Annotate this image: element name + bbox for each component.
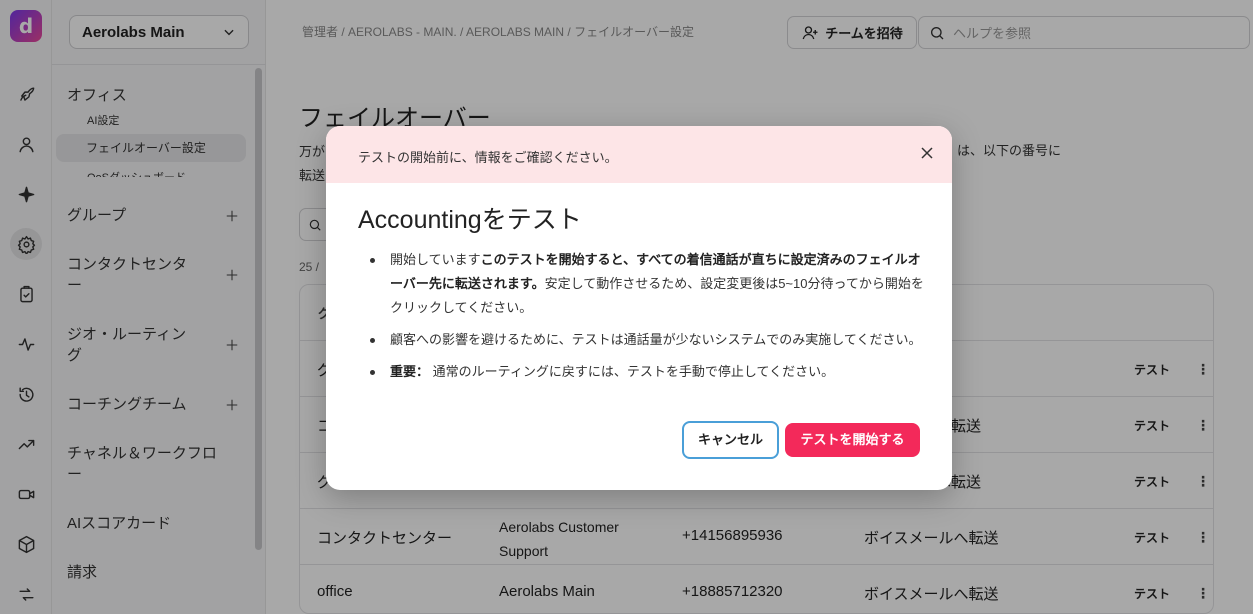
close-icon[interactable]	[917, 143, 937, 163]
cancel-button[interactable]: キャンセル	[682, 421, 779, 459]
note-text: 開始しています	[390, 252, 481, 267]
list-item: 重要： 通常のルーティングに戻すには、テストを手動で停止してください。	[358, 360, 926, 384]
dialog-notes: 開始していますこのテストを開始すると、すべての着信通話が直ちに設定済みのフェイル…	[358, 248, 926, 392]
note-bold: 重要：	[390, 364, 430, 379]
dialog-title: Accountingをテスト	[358, 206, 582, 234]
list-item: 開始していますこのテストを開始すると、すべての着信通話が直ちに設定済みのフェイル…	[358, 248, 926, 320]
test-failover-dialog: テストの開始前に、情報をご確認ください。 Accountingをテスト 開始して…	[326, 126, 952, 490]
dialog-banner: テストの開始前に、情報をご確認ください。	[326, 126, 952, 183]
dialog-banner-text: テストの開始前に、情報をご確認ください。	[358, 150, 618, 165]
note-text: 通常のルーティングに戻すには、テストを手動で停止してください。	[429, 364, 835, 379]
list-item: 顧客への影響を避けるために、テストは通話量が少ないシステムでのみ実施してください…	[358, 328, 926, 352]
start-test-button[interactable]: テストを開始する	[785, 423, 920, 457]
note-text: 顧客への影響を避けるために、テストは通話量が少ないシステムでのみ実施してください…	[390, 332, 922, 347]
